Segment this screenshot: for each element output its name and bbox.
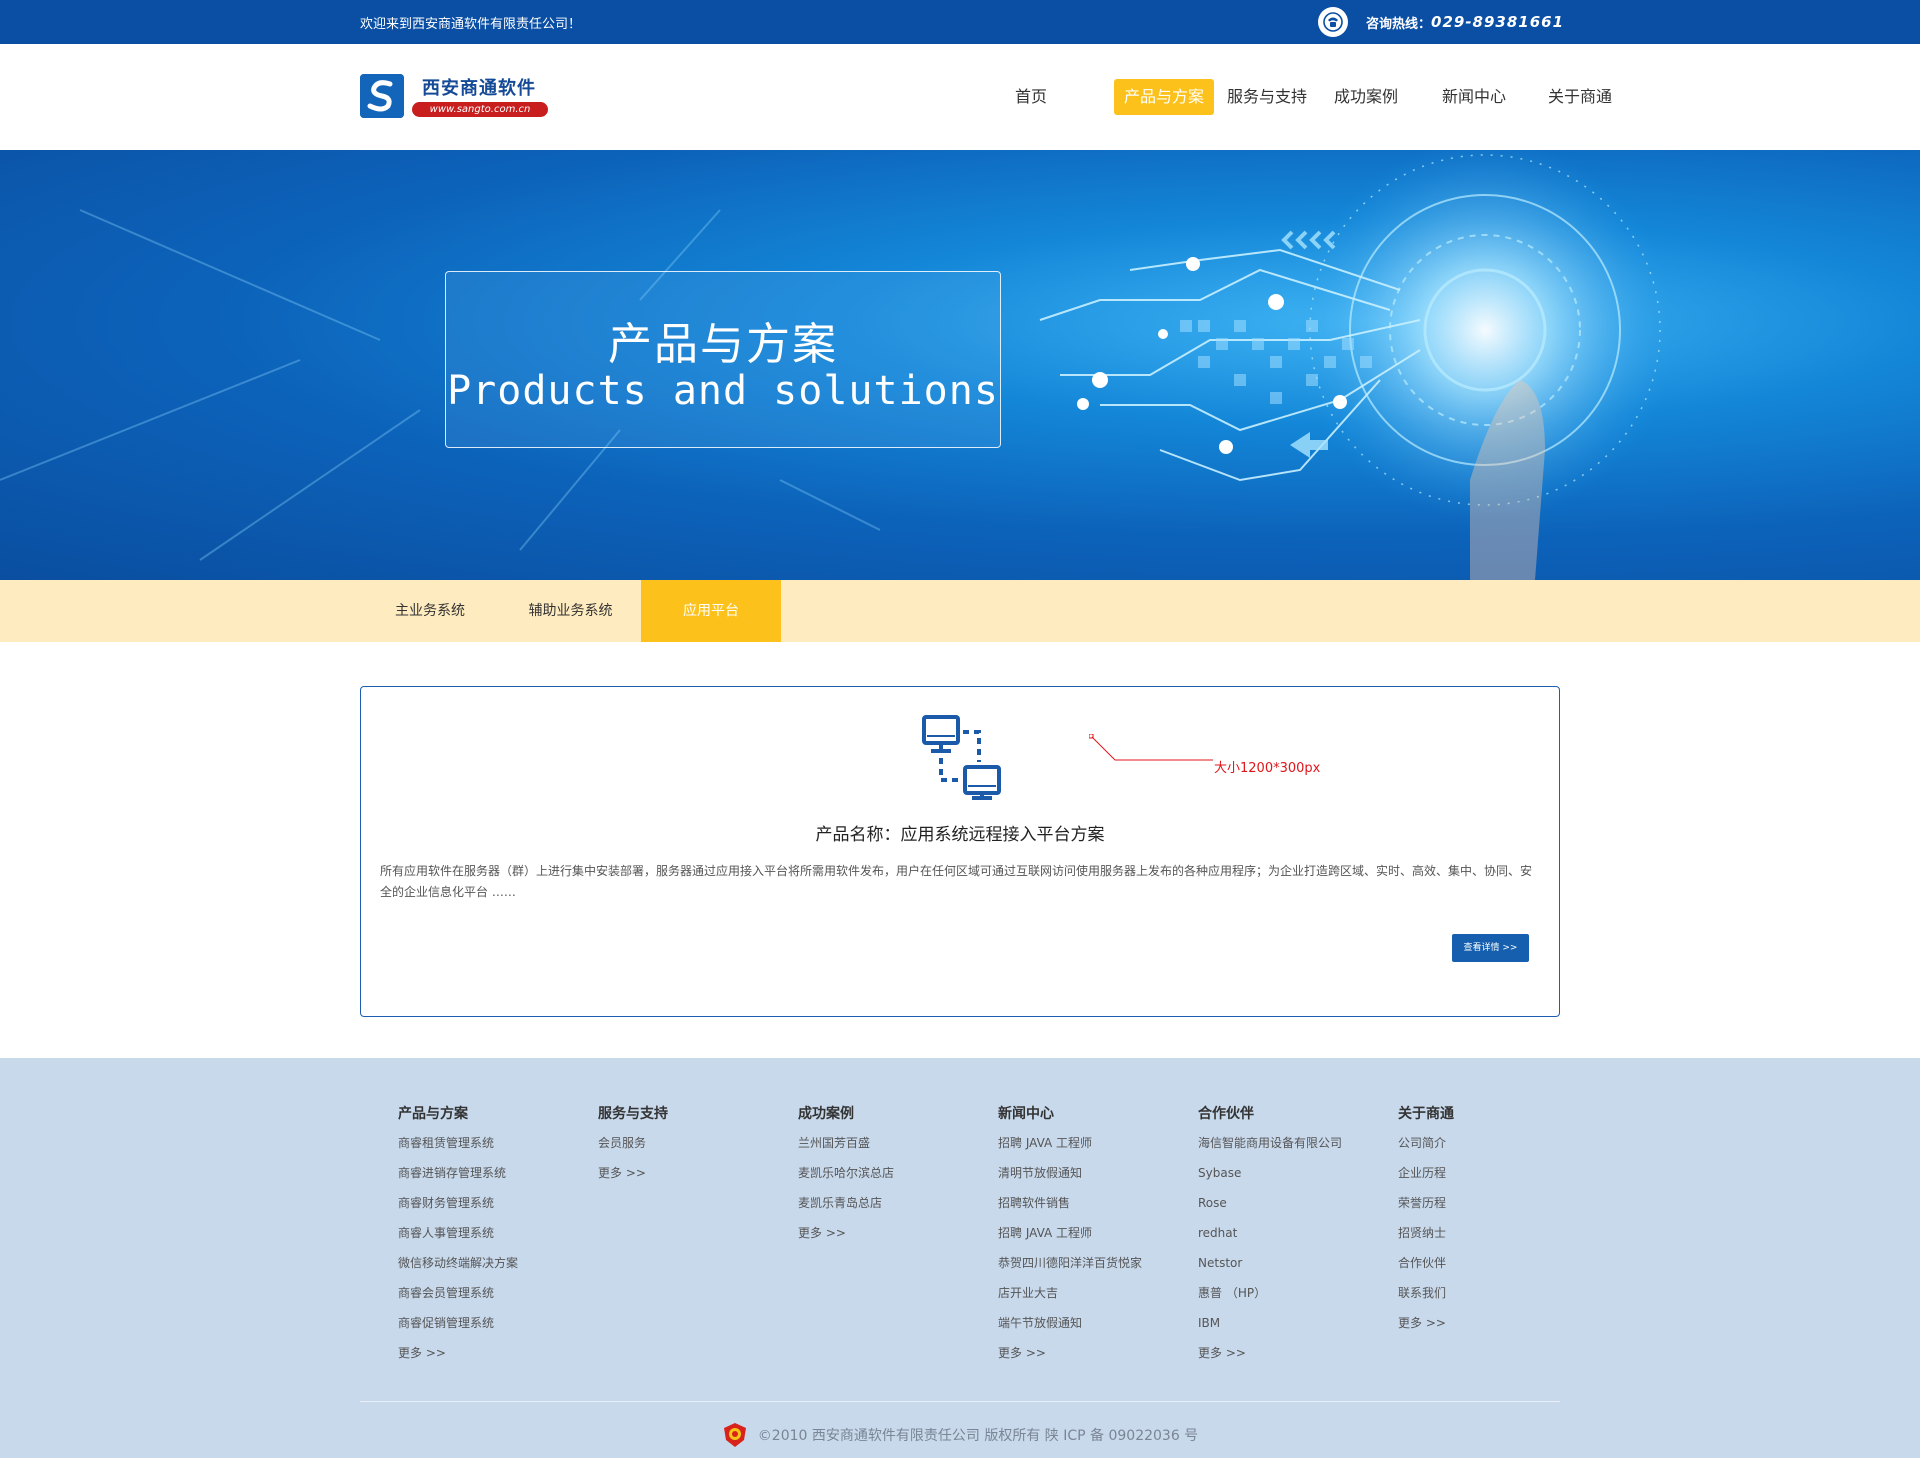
- footer-col-news: 新闻中心 招聘 JAVA 工程师 清明节放假通知 招聘软件销售 招聘 JAVA …: [998, 1104, 1178, 1368]
- footer-more-link[interactable]: 更多 >>: [1398, 1308, 1578, 1338]
- nav-services[interactable]: 服务与支持: [1222, 79, 1312, 115]
- footer-link[interactable]: 会员服务: [598, 1128, 778, 1158]
- footer-link[interactable]: 商睿会员管理系统: [398, 1278, 578, 1308]
- footer-more-link[interactable]: 更多 >>: [598, 1158, 778, 1188]
- tab-aux-business[interactable]: 辅助业务系统: [500, 580, 641, 642]
- footer-link[interactable]: 麦凯乐青岛总店: [798, 1188, 978, 1218]
- footer-col-services: 服务与支持 会员服务 更多 >>: [598, 1104, 778, 1188]
- annotation-text: 大小1200*300px: [1214, 761, 1321, 776]
- welcome-text: 欢迎来到西安商通软件有限责任公司！: [360, 17, 582, 32]
- nav-home[interactable]: 首页: [1000, 79, 1062, 115]
- sub-tabs: 主业务系统 辅助业务系统 应用平台: [0, 580, 1920, 642]
- remote-access-icon: [921, 714, 1005, 800]
- footer-link[interactable]: 海信智能商用设备有限公司: [1198, 1128, 1378, 1158]
- main-nav: 首页 产品与方案 服务与支持 成功案例 新闻中心 关于商通: [1000, 79, 1620, 115]
- banner-title-box: 产品与方案 Products and solutions: [445, 271, 1001, 448]
- nav-cases[interactable]: 成功案例: [1326, 79, 1406, 115]
- footer-link[interactable]: 商睿租赁管理系统: [398, 1128, 578, 1158]
- footer-link[interactable]: 商睿人事管理系统: [398, 1218, 578, 1248]
- footer-link[interactable]: 招聘 JAVA 工程师: [998, 1218, 1178, 1248]
- phone-icon: [1318, 7, 1348, 37]
- logo-name: 西安商通软件: [422, 78, 536, 99]
- hotline: 咨询热线： 029-89381661: [1318, 7, 1564, 37]
- footer-link[interactable]: 惠普 （HP）: [1198, 1278, 1378, 1308]
- police-badge-icon: [722, 1422, 748, 1448]
- footer-col-title: 关于商通: [1398, 1106, 1454, 1122]
- tab-app-platform[interactable]: 应用平台: [641, 580, 781, 642]
- footer-link[interactable]: 招聘 JAVA 工程师: [998, 1128, 1178, 1158]
- footer-link[interactable]: redhat: [1198, 1218, 1378, 1248]
- footer-link[interactable]: Netstor: [1198, 1248, 1378, 1278]
- footer-col-title: 服务与支持: [598, 1106, 668, 1122]
- footer-link[interactable]: 商睿财务管理系统: [398, 1188, 578, 1218]
- view-details-button[interactable]: 查看详情 >>: [1452, 934, 1529, 962]
- footer-divider: [360, 1401, 1560, 1402]
- footer-link[interactable]: IBM: [1198, 1308, 1378, 1338]
- site-footer: 产品与方案 商睿租赁管理系统 商睿进销存管理系统 商睿财务管理系统 商睿人事管理…: [0, 1058, 1920, 1458]
- footer-link[interactable]: 恭贺四川德阳洋洋百货悦家: [998, 1248, 1178, 1278]
- banner-title: 产品与方案: [608, 319, 838, 370]
- site-header: 西安商通软件 www.sangto.com.cn 首页 产品与方案 服务与支持 …: [0, 44, 1920, 150]
- footer-link[interactable]: 荣誉历程: [1398, 1188, 1578, 1218]
- footer-col-title: 成功案例: [798, 1106, 854, 1122]
- footer-link[interactable]: 清明节放假通知: [998, 1158, 1178, 1188]
- footer-link[interactable]: 微信移动终端解决方案: [398, 1248, 578, 1278]
- footer-link[interactable]: Sybase: [1198, 1158, 1378, 1188]
- footer-link[interactable]: 麦凯乐哈尔滨总店: [798, 1158, 978, 1188]
- nav-products[interactable]: 产品与方案: [1114, 79, 1214, 115]
- footer-col-title: 新闻中心: [998, 1106, 1054, 1122]
- footer-link[interactable]: 商睿促销管理系统: [398, 1308, 578, 1338]
- footer-link[interactable]: Rose: [1198, 1188, 1378, 1218]
- hero-banner: 产品与方案 Products and solutions: [0, 150, 1920, 580]
- footer-link[interactable]: 招贤纳士: [1398, 1218, 1578, 1248]
- footer-link[interactable]: 招聘软件销售: [998, 1188, 1178, 1218]
- logo[interactable]: 西安商通软件 www.sangto.com.cn: [360, 72, 550, 120]
- hotline-label: 咨询热线：: [1366, 16, 1432, 32]
- footer-link[interactable]: 兰州国芳百盛: [798, 1128, 978, 1158]
- footer-link[interactable]: 企业历程: [1398, 1158, 1578, 1188]
- footer-link[interactable]: 公司简介: [1398, 1128, 1578, 1158]
- footer-more-link[interactable]: 更多 >>: [398, 1338, 578, 1368]
- banner-subtitle: Products and solutions: [447, 368, 999, 414]
- logo-mark-icon: [360, 74, 404, 118]
- nav-about[interactable]: 关于商通: [1540, 79, 1620, 115]
- footer-more-link[interactable]: 更多 >>: [1198, 1338, 1378, 1368]
- footer-col-title: 合作伙伴: [1198, 1106, 1254, 1122]
- footer-link[interactable]: 端午节放假通知: [998, 1308, 1178, 1338]
- tab-main-business[interactable]: 主业务系统: [360, 580, 500, 642]
- footer-col-cases: 成功案例 兰州国芳百盛 麦凯乐哈尔滨总店 麦凯乐青岛总店 更多 >>: [798, 1104, 978, 1248]
- hotline-number: 029-89381661: [1431, 13, 1565, 31]
- footer-link[interactable]: 店开业大吉: [998, 1278, 1178, 1308]
- copyright-text: ©2010 西安商通软件有限责任公司 版权所有 陕 ICP 备 09022036…: [757, 1428, 1199, 1444]
- footer-more-link[interactable]: 更多 >>: [998, 1338, 1178, 1368]
- footer-col-products: 产品与方案 商睿租赁管理系统 商睿进销存管理系统 商睿财务管理系统 商睿人事管理…: [398, 1104, 578, 1368]
- footer-link[interactable]: 合作伙伴: [1398, 1248, 1578, 1278]
- copyright-bar: ©2010 西安商通软件有限责任公司 版权所有 陕 ICP 备 09022036…: [0, 1420, 1920, 1450]
- footer-col-about: 关于商通 公司简介 企业历程 荣誉历程 招贤纳士 合作伙伴 联系我们 更多 >>: [1398, 1104, 1578, 1338]
- footer-link[interactable]: 联系我们: [1398, 1278, 1578, 1308]
- product-description: 所有应用软件在服务器（群）上进行集中安装部署，服务器通过应用接入平台将所需用软件…: [380, 864, 1533, 899]
- nav-news[interactable]: 新闻中心: [1434, 79, 1514, 115]
- footer-col-title: 产品与方案: [398, 1106, 468, 1122]
- product-name: 产品名称：应用系统远程接入平台方案: [815, 825, 1105, 845]
- footer-col-partners: 合作伙伴 海信智能商用设备有限公司 Sybase Rose redhat Net…: [1198, 1104, 1378, 1368]
- footer-link[interactable]: 商睿进销存管理系统: [398, 1158, 578, 1188]
- logo-url: www.sangto.com.cn: [412, 102, 548, 117]
- top-bar: 欢迎来到西安商通软件有限责任公司！ 咨询热线： 029-89381661: [0, 0, 1920, 44]
- footer-more-link[interactable]: 更多 >>: [798, 1218, 978, 1248]
- product-card: 大小1200*300px 产品名称：应用系统远程接入平台方案 所有应用软件在服务…: [360, 686, 1560, 1017]
